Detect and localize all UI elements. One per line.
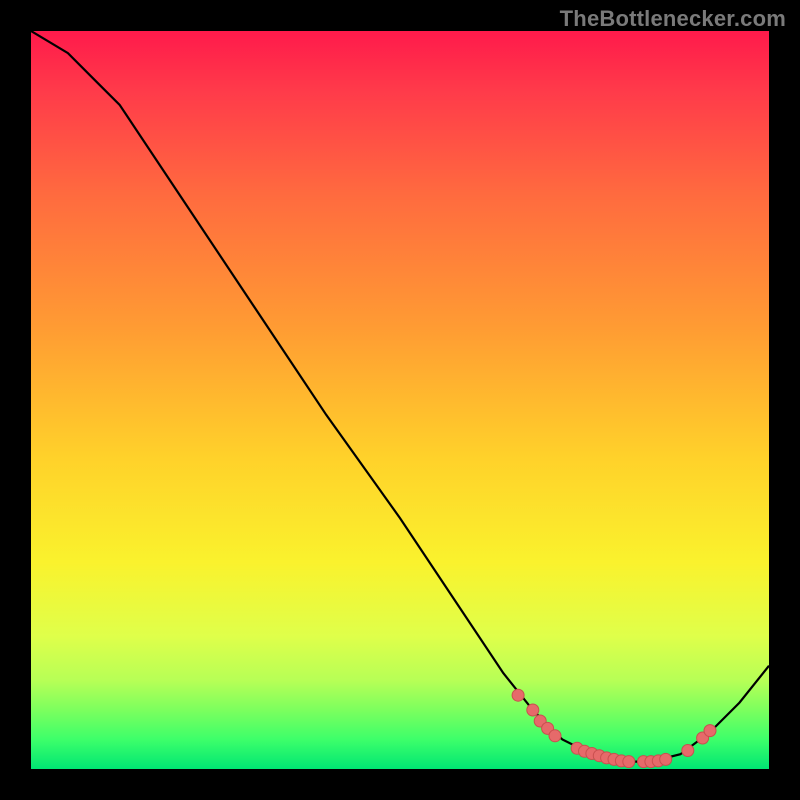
plot-gradient-background: [31, 31, 769, 769]
chart-frame: TheBottlenecker.com: [0, 0, 800, 800]
watermark-label: TheBottlenecker.com: [560, 6, 786, 32]
